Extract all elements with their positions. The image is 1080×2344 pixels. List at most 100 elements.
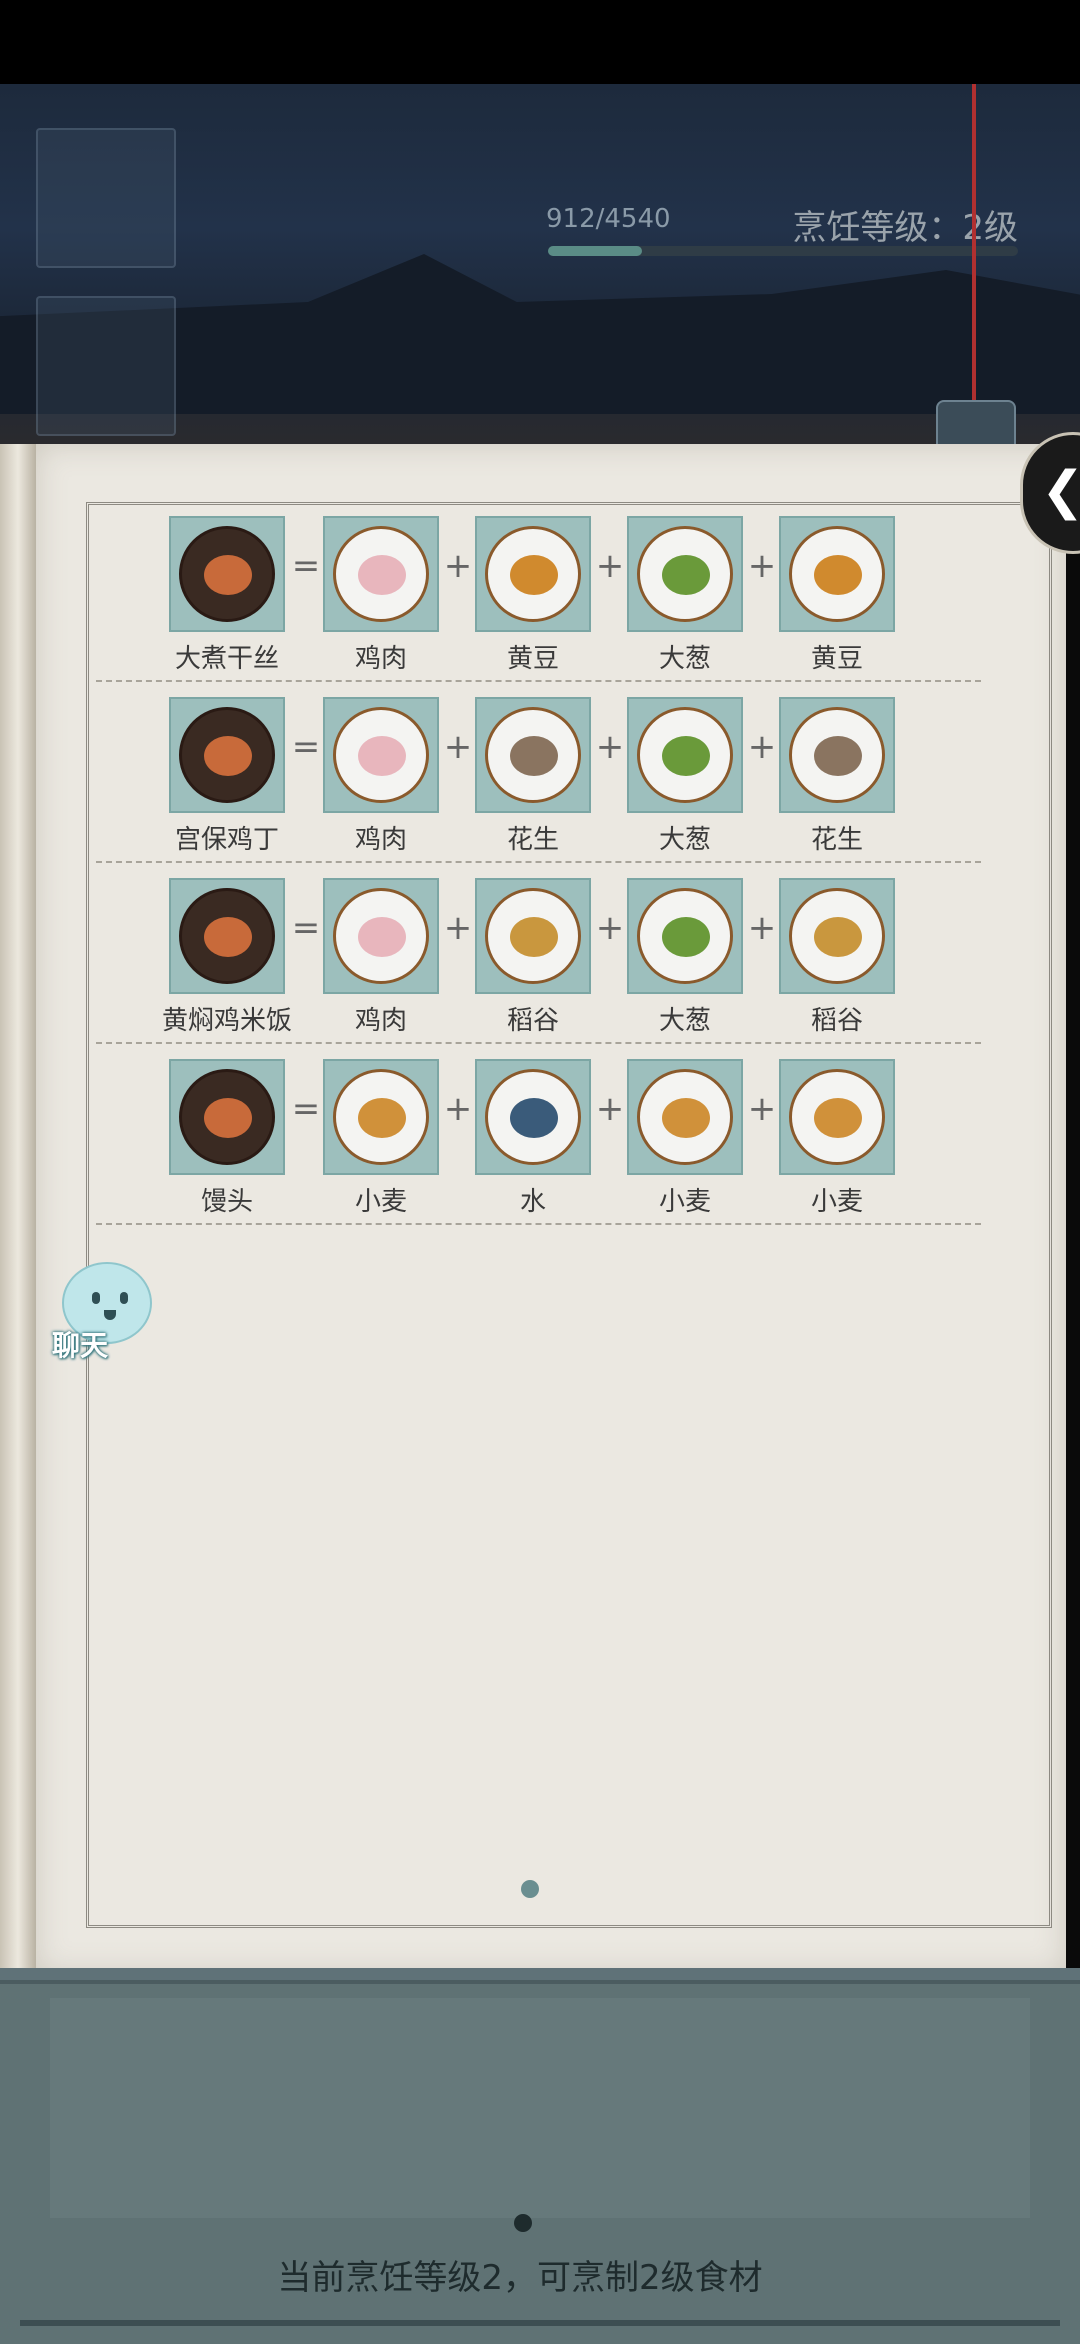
plate-icon [333, 888, 429, 984]
ingredient-item[interactable]: 大葱 [610, 878, 760, 1037]
dish-item[interactable]: 黄焖鸡米饭 [152, 878, 302, 1037]
ingredient-item[interactable]: 花生 [762, 697, 912, 856]
ingredient-icon [475, 516, 591, 632]
food-shape [662, 736, 710, 776]
ingredient-item[interactable]: 小麦 [306, 1059, 456, 1218]
chat-eye-right [120, 1292, 128, 1304]
bottom-frame [20, 2320, 1060, 2326]
plate-icon [179, 1069, 275, 1165]
bottom-page-dot [514, 2214, 532, 2232]
ingredient-icon [627, 878, 743, 994]
ingredient-name: 鸡肉 [354, 644, 407, 674]
ingredient-item[interactable]: 大葱 [610, 516, 760, 675]
dish-item[interactable]: 宫保鸡丁 [152, 697, 302, 856]
ingredient-icon [627, 516, 743, 632]
plus-sign: + [747, 546, 777, 586]
chevron-left-icon: ❮ [1041, 461, 1080, 521]
plate-icon [485, 888, 581, 984]
plate-icon [789, 888, 885, 984]
ingredient-item[interactable]: 水 [458, 1059, 608, 1218]
plate-icon [485, 526, 581, 622]
chat-eye-left [92, 1292, 100, 1304]
ingredient-name: 花生 [810, 825, 863, 855]
ingredient-name: 水 [519, 1187, 546, 1217]
ingredient-icon [323, 697, 439, 813]
ingredient-icon [475, 1059, 591, 1175]
recipe-row: 大煮干丝 鸡肉 黄豆 大葱 黄豆 = + + + [0, 516, 1080, 696]
plate-icon [789, 526, 885, 622]
ingredient-item[interactable]: 鸡肉 [306, 697, 456, 856]
food-shape [204, 555, 252, 595]
chat-button[interactable]: 聊天 [42, 1262, 152, 1362]
plus-sign: + [595, 908, 625, 948]
ingredient-item[interactable]: 小麦 [610, 1059, 760, 1218]
plate-icon [485, 707, 581, 803]
hanging-tag[interactable] [936, 400, 1016, 448]
food-shape [358, 917, 406, 957]
ingredient-name: 黄豆 [810, 644, 863, 674]
status-bar [0, 0, 1080, 84]
recipe-row: 宫保鸡丁 鸡肉 花生 大葱 花生 = + + + [0, 697, 1080, 877]
food-shape [814, 917, 862, 957]
ingredient-name: 黄豆 [506, 644, 559, 674]
plus-sign: + [443, 546, 473, 586]
ingredient-name: 大葱 [658, 825, 711, 855]
equals-sign: = [291, 546, 321, 586]
dish-item[interactable]: 馒头 [152, 1059, 302, 1218]
page-indicator-dot[interactable] [521, 1880, 539, 1898]
plate-icon [789, 707, 885, 803]
food-shape [662, 1098, 710, 1138]
dish-icon [169, 878, 285, 994]
chat-mouth [104, 1310, 116, 1320]
food-shape [662, 917, 710, 957]
dish-name: 宫保鸡丁 [174, 825, 279, 855]
ingredient-item[interactable]: 黄豆 [762, 516, 912, 675]
ingredient-item[interactable]: 稻谷 [458, 878, 608, 1037]
inventory-slot-1[interactable] [36, 128, 176, 268]
ingredient-name: 鸡肉 [354, 1006, 407, 1036]
row-divider [96, 680, 981, 682]
plate-icon [333, 707, 429, 803]
food-shape [662, 555, 710, 595]
food-shape [204, 917, 252, 957]
ingredient-item[interactable]: 大葱 [610, 697, 760, 856]
ingredient-item[interactable]: 小麦 [762, 1059, 912, 1218]
equals-sign: = [291, 908, 321, 948]
ingredient-icon [779, 1059, 895, 1175]
row-divider [96, 1042, 981, 1044]
ingredient-icon [323, 878, 439, 994]
plate-icon [485, 1069, 581, 1165]
dish-item[interactable]: 大煮干丝 [152, 516, 302, 675]
plus-sign: + [595, 546, 625, 586]
ingredient-icon [779, 697, 895, 813]
ingredient-name: 花生 [506, 825, 559, 855]
dish-name: 大煮干丝 [174, 644, 279, 674]
plate-icon [637, 888, 733, 984]
equals-sign: = [291, 1089, 321, 1129]
dish-icon [169, 516, 285, 632]
recipe-row: 黄焖鸡米饭 鸡肉 稻谷 大葱 稻谷 = + + + [0, 878, 1080, 1058]
plate-icon [333, 526, 429, 622]
inventory-slot-2[interactable] [36, 296, 176, 436]
ingredient-item[interactable]: 稻谷 [762, 878, 912, 1037]
ingredient-item[interactable]: 花生 [458, 697, 608, 856]
food-shape [814, 1098, 862, 1138]
ingredient-item[interactable]: 鸡肉 [306, 516, 456, 675]
bottom-panel-inner [50, 1998, 1030, 2218]
dish-name: 馒头 [200, 1187, 253, 1217]
plus-sign: + [747, 1089, 777, 1129]
ingredient-icon [627, 697, 743, 813]
plate-icon [637, 526, 733, 622]
ingredient-item[interactable]: 黄豆 [458, 516, 608, 675]
xp-bar-fill [548, 246, 642, 256]
dish-icon [169, 1059, 285, 1175]
cooking-level: 烹饪等级：2级 [792, 208, 1018, 248]
plate-icon [179, 707, 275, 803]
ingredient-name: 稻谷 [810, 1006, 863, 1036]
food-shape [814, 736, 862, 776]
ingredient-item[interactable]: 鸡肉 [306, 878, 456, 1037]
plate-icon [179, 526, 275, 622]
row-divider [96, 861, 981, 863]
cooking-level-message: 当前烹饪等级2，可烹制2级食材 [277, 2258, 763, 2298]
plus-sign: + [747, 908, 777, 948]
